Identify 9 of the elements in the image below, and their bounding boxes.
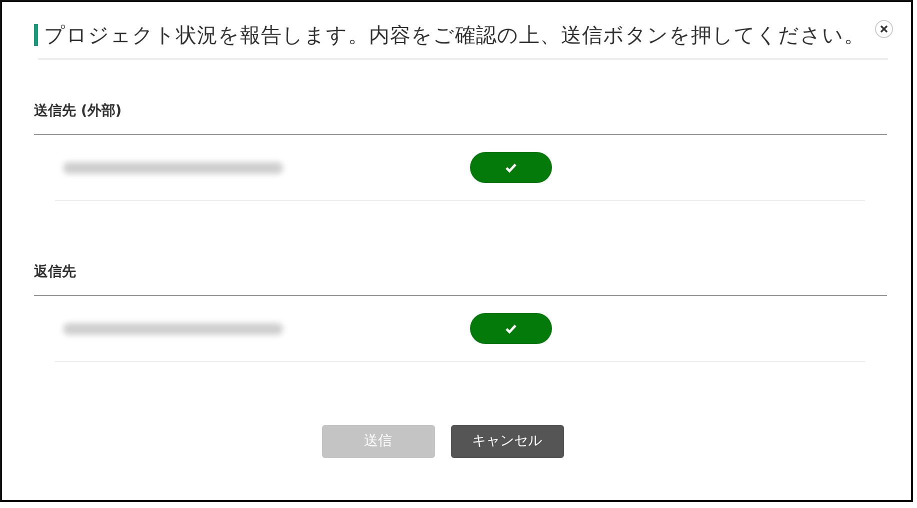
toggle-button[interactable] xyxy=(470,313,552,344)
section-label: 返信先 xyxy=(34,263,77,281)
close-button[interactable] xyxy=(875,20,893,38)
cancel-button[interactable]: キャンセル xyxy=(450,425,564,458)
close-icon xyxy=(880,25,888,33)
check-icon xyxy=(505,324,517,334)
section-label: 送信先 (外部) xyxy=(34,102,123,120)
check-icon xyxy=(505,162,517,172)
toggle-button[interactable] xyxy=(470,152,552,183)
